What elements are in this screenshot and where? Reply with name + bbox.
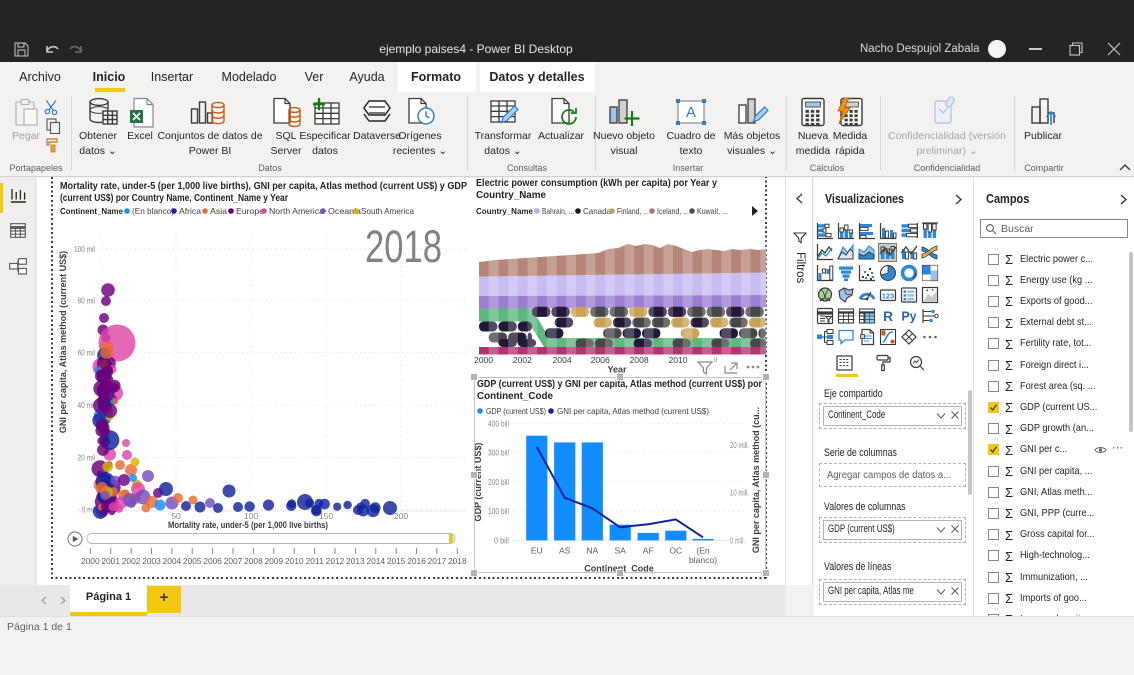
svg-text:123: 123 (882, 291, 895, 300)
svg-text:R: R (883, 308, 893, 324)
svg-text:Py: Py (901, 309, 916, 323)
